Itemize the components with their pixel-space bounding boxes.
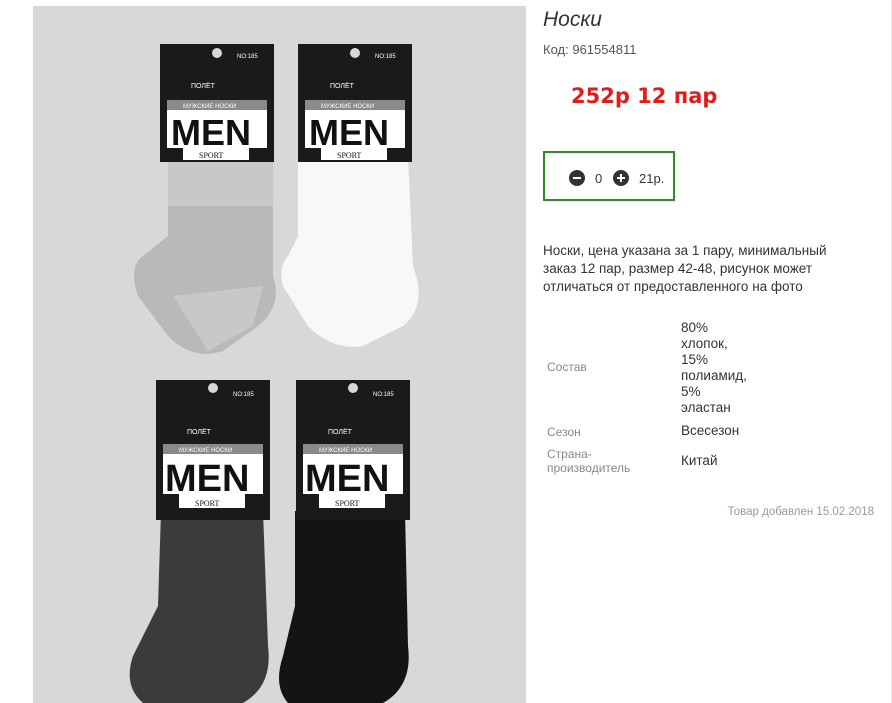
label-men-3: MEN [165,458,249,500]
sock-darkgrey [129,511,269,703]
product-title: Носки [543,8,602,31]
sock-black [279,511,409,703]
spec-composition-label: Состав [547,360,587,374]
label-no-3: NO:185 [233,392,254,398]
label-brand-3: ПОЛЁТ [187,428,212,436]
composition-line: 5% [681,384,701,399]
label-men-4: MEN [305,458,389,500]
label-brand-1: ПОЛЁТ [191,82,216,90]
added-date: Товар добавлен 15.02.2018 [727,506,874,518]
composition-line: 80% [681,320,709,335]
spec-country-label-line: Страна- [547,447,592,461]
spec-country-value: Китай [681,453,718,468]
sock-white [281,156,419,347]
product-code-label: Код: [543,42,569,57]
composition-line: полиамид, [681,368,747,383]
minus-circle-icon[interactable] [569,170,585,186]
composition-line: хлопок, [681,336,728,351]
plus-circle-icon[interactable] [613,170,629,186]
label-no-1: NO:185 [237,54,258,60]
quantity-value[interactable]: 0 [595,171,602,186]
product-code: Код: 961554811 [543,42,636,57]
label-brand-4: ПОЛЁТ [328,428,353,436]
product-photo[interactable]: ПОЛЁТ NO:185 МУЖСКИЕ НОСКИ MEN SPORT ПОЛ… [33,6,526,703]
unit-price: 21р. [639,171,665,186]
label-sport-4: SPORT [335,499,360,508]
composition-line: 15% [681,352,709,367]
label-brand-2: ПОЛЁТ [330,82,355,90]
label-men-1: MEN [171,112,251,153]
label-sub-4: МУЖСКИЕ НОСКИ [319,448,372,454]
label-men-2: MEN [309,112,389,153]
label-no-2: NO:185 [375,54,396,60]
spec-country-label: Страна- производитель [547,447,630,475]
label-sport-2: SPORT [337,151,362,160]
product-description: Носки, цена указана за 1 пару, минимальн… [543,243,827,294]
label-sub-3: МУЖСКИЕ НОСКИ [179,448,232,454]
label-no-4: NO:185 [373,392,394,398]
product-price: 252р 12 пар [571,84,718,108]
spec-season-label: Сезон [547,425,581,439]
label-sport-1: SPORT [199,151,224,160]
product-code-value: 961554811 [572,42,637,57]
label-sport-3: SPORT [195,499,220,508]
composition-line: эластан [681,400,731,415]
spec-country-label-line: производитель [547,461,631,475]
spec-composition-value: 80% хлопок, 15% полиамид, 5% эластан [681,320,747,416]
sock-grey [134,156,276,354]
label-sub-2: МУЖСКИЕ НОСКИ [321,104,374,110]
quantity-stepper: 0 21р. [543,151,675,201]
spec-season-value: Всесезон [681,423,740,438]
label-sub-1: МУЖСКИЕ НОСКИ [183,104,236,110]
